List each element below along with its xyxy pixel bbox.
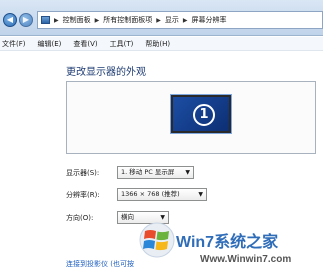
breadcrumb-display[interactable]: 显示 [165, 15, 179, 25]
breadcrumb-control-panel[interactable]: 控制面板 [63, 15, 91, 25]
page-title: 更改显示器的外观 [66, 67, 146, 78]
menu-bar: 文件(F) 编辑(E) 查看(V) 工具(T) 帮助(H) [0, 37, 323, 51]
chevron-right-icon: ▶ [156, 16, 161, 24]
monitor-icon[interactable]: 1 [171, 95, 231, 133]
orientation-label: 方向(O): [66, 214, 94, 222]
address-bar[interactable]: ▶ 控制面板 ▶ 所有控制面板项 ▶ 显示 ▶ 屏幕分辨率 [37, 11, 323, 29]
menu-tools[interactable]: 工具(T) [110, 39, 134, 49]
display-select-value: 1. 移动 PC 显示屏 [121, 168, 175, 176]
resolution-select-value: 1366 × 768 (推荐) [121, 190, 180, 198]
orientation-select-value: 横向 [121, 213, 134, 221]
watermark-brand: Win7系统之家 [176, 234, 279, 251]
back-button[interactable]: ◀ [3, 13, 17, 27]
chevron-right-icon: ▶ [182, 16, 188, 24]
display-preview: 1 [66, 81, 316, 154]
watermark-url: Www.Winwin7.com [200, 254, 292, 265]
windows-logo-icon [139, 222, 175, 258]
chevron-right-icon: ▶ [54, 16, 59, 24]
connect-projector-link[interactable]: 连接到投影仪 (也可按 [66, 259, 134, 269]
chevron-right-icon: ▶ [94, 16, 100, 24]
monitor-number: 1 [193, 104, 215, 126]
resolution-label: 分辨率(R): [66, 191, 100, 199]
menu-file[interactable]: 文件(F) [2, 39, 26, 49]
chevron-down-icon: ▼ [198, 191, 203, 198]
breadcrumb-all-items[interactable]: 所有控制面板项 [103, 15, 152, 25]
display-select[interactable]: 1. 移动 PC 显示屏 ▼ [117, 166, 194, 179]
menu-view[interactable]: 查看(V) [73, 39, 97, 49]
display-label: 显示器(S): [66, 169, 100, 177]
resolution-select[interactable]: 1366 × 768 (推荐) ▼ [117, 188, 207, 201]
forward-button[interactable]: ▶ [19, 13, 33, 27]
address-bar-area: ◀ ▶ ▶ 控制面板 ▶ 所有控制面板项 ▶ 显示 ▶ 屏幕分辨率 [0, 0, 323, 36]
control-panel-icon [41, 16, 50, 24]
breadcrumb-screen-resolution[interactable]: 屏幕分辨率 [192, 15, 227, 25]
menu-help[interactable]: 帮助(H) [145, 39, 170, 49]
menu-edit[interactable]: 编辑(E) [38, 39, 62, 49]
chevron-down-icon: ▼ [185, 169, 190, 176]
